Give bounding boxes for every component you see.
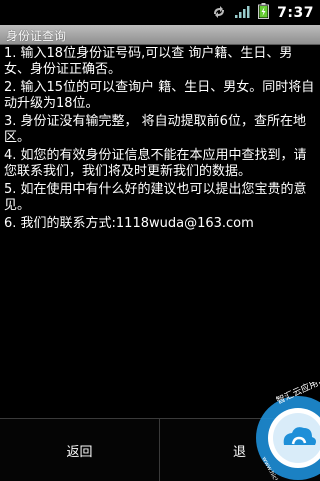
instruction-line-1: 1. 输入18位身份证号码,可以查 询户籍、生日、男女、身份证正确否。 — [4, 46, 293, 77]
instruction-line-5: 5. 如在使用中有什么好的建议也可以提出您宝贵的意见。 — [4, 182, 307, 213]
instruction-line-6: 6. 我们的联系方式:1118wuda@163.com — [4, 216, 254, 231]
instruction-line-3: 3. 身份证没有输完整， 将自动提取前6位，查所在地区。 — [4, 114, 306, 145]
back-button[interactable]: 返回 — [0, 419, 160, 481]
svg-text:智汇云应用市场: 智汇云应用市场 — [274, 382, 320, 407]
status-icons: 7:37 — [212, 3, 314, 23]
clock-time: 7:37 — [277, 5, 314, 21]
exit-button[interactable]: 退 — [160, 419, 319, 481]
battery-icon — [258, 3, 270, 23]
title-bar: 身份证查询 — [0, 25, 320, 45]
instructions-text: 1. 输入18位身份证号码,可以查 询户籍、生日、男女、身份证正确否。 2. 输… — [4, 46, 318, 234]
signal-icon — [234, 4, 250, 23]
sync-icon — [212, 4, 226, 23]
status-bar: 7:37 — [0, 0, 320, 25]
instruction-line-4: 4. 如您的有效身份证信息不能在本应用中查找到，请您联系我们，我们将及时更新我们… — [4, 148, 307, 179]
page-title: 身份证查询 — [6, 29, 67, 43]
instruction-line-2: 2. 输入15位的可以查询户 籍、生日、男女。同时将自动升级为18位。 — [4, 80, 315, 111]
bottom-button-bar: 返回 退 — [0, 418, 320, 481]
